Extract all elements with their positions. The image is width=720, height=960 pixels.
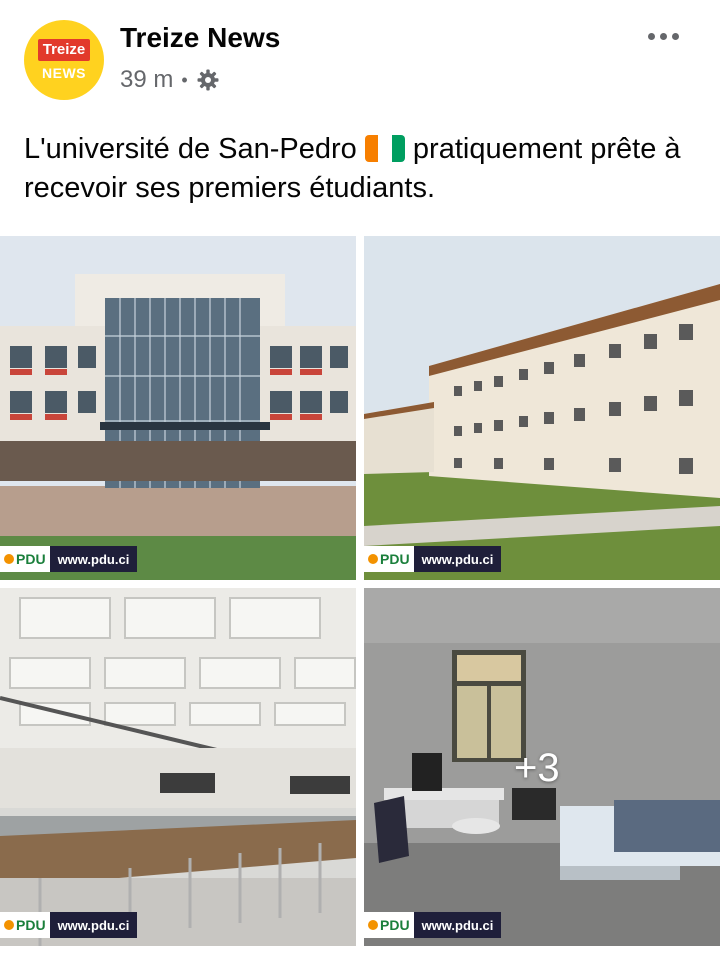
post-time[interactable]: 39 m bbox=[120, 66, 173, 94]
photo-cafeteria-interior[interactable]: PDU www.pdu.ci bbox=[0, 588, 356, 946]
photo-grid: PDU www.pdu.ci PDU www.pdu.ci PDU www.pd… bbox=[0, 236, 720, 960]
watermark-url: www.pdu.ci bbox=[413, 546, 502, 572]
watermark-url: www.pdu.ci bbox=[413, 912, 502, 938]
cote-divoire-flag-icon bbox=[364, 135, 405, 162]
post-header: Treize NEWS Treize News 39 m • bbox=[0, 0, 720, 110]
pdu-logo: PDU bbox=[0, 546, 50, 572]
watermark-url: www.pdu.ci bbox=[49, 912, 138, 938]
photo-watermark: PDU www.pdu.ci bbox=[0, 912, 138, 938]
meta-separator: • bbox=[181, 69, 188, 90]
page-name[interactable]: Treize News bbox=[120, 22, 280, 54]
post-caption: L'université de San-Pedro pratiquement p… bbox=[24, 130, 684, 208]
photo-building-facade[interactable]: PDU www.pdu.ci bbox=[0, 236, 356, 580]
avatar[interactable]: Treize NEWS bbox=[24, 20, 104, 100]
caption-text-1: L'université de San-Pedro bbox=[24, 133, 365, 165]
photo-watermark: PDU www.pdu.ci bbox=[364, 912, 502, 938]
gear-icon[interactable] bbox=[196, 68, 220, 92]
post-meta: 39 m • bbox=[120, 66, 220, 94]
more-dots-icon[interactable] bbox=[648, 26, 684, 46]
pdu-logo: PDU bbox=[364, 912, 414, 938]
photo-office-room[interactable]: +3 PDU www.pdu.ci bbox=[364, 588, 720, 946]
avatar-line1: Treize bbox=[37, 39, 91, 61]
photo-dormitory-buildings[interactable]: PDU www.pdu.ci bbox=[364, 236, 720, 580]
photo-watermark: PDU www.pdu.ci bbox=[364, 546, 502, 572]
pdu-logo: PDU bbox=[364, 546, 414, 572]
photo-watermark: PDU www.pdu.ci bbox=[0, 546, 138, 572]
avatar-line2: NEWS bbox=[42, 65, 86, 81]
pdu-logo: PDU bbox=[0, 912, 50, 938]
watermark-url: www.pdu.ci bbox=[49, 546, 138, 572]
more-photos-count[interactable]: +3 bbox=[514, 746, 560, 791]
